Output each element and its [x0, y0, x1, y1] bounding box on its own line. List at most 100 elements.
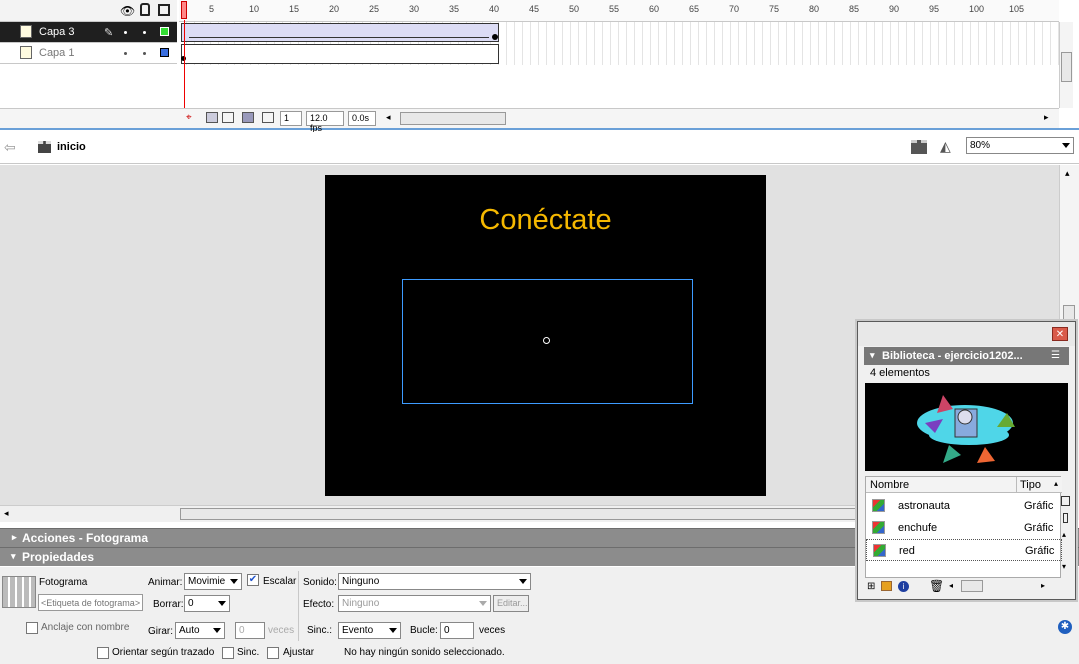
ruler-tick-label: 100: [969, 4, 985, 14]
rotate-times-value: 0: [239, 625, 245, 636]
outline-icon[interactable]: [158, 4, 170, 16]
zoom-select[interactable]: 80%: [966, 137, 1074, 154]
ruler-tick-label: 70: [729, 4, 740, 14]
delete-icon[interactable]: 🗑: [929, 579, 944, 593]
time-field[interactable]: 0.0s: [348, 111, 376, 126]
new-folder-icon[interactable]: [881, 581, 892, 591]
orient-label: Orientar según trazado: [112, 647, 215, 658]
item-name: astronauta: [898, 500, 950, 512]
accessibility-icon[interactable]: ✱: [1058, 620, 1072, 634]
ruler-tick-label: 35: [449, 4, 460, 14]
properties-panel-title: Propiedades: [22, 550, 95, 564]
playhead[interactable]: [181, 1, 187, 19]
lock-icon[interactable]: [140, 3, 150, 16]
stage-title-text[interactable]: Conéctate: [325, 204, 766, 237]
narrow-view-icon[interactable]: [1063, 513, 1068, 523]
ruler-tick-label: 10: [249, 4, 260, 14]
snap-label: Ajustar: [283, 647, 315, 658]
library-menu-icon[interactable]: ☰: [1051, 350, 1060, 361]
library-window: ✕ ▾ Biblioteca - ejercicio1202... ☰ 4 el…: [857, 321, 1076, 600]
edit-sound-button[interactable]: Editar...: [493, 595, 529, 612]
scene-icon: [38, 141, 51, 153]
animate-label: Animar:: [148, 577, 183, 588]
edit-scene-icon[interactable]: [911, 140, 927, 154]
snap-checkbox[interactable]: [267, 647, 279, 659]
layer-header: 👁: [0, 0, 177, 22]
layer-color[interactable]: [160, 27, 169, 36]
sort-icon[interactable]: ▴: [1054, 479, 1058, 488]
sync-select[interactable]: Evento: [338, 622, 401, 639]
keyframe-end[interactable]: [492, 34, 498, 40]
layer-color[interactable]: [160, 48, 169, 57]
wide-view-icon[interactable]: [1061, 496, 1070, 506]
actions-panel-title: Acciones - Fotograma: [22, 531, 149, 545]
item-name: red: [899, 545, 915, 557]
layer-icon: [20, 46, 32, 59]
list-item[interactable]: enchufe Gráfic: [866, 517, 1062, 539]
onion-skin-icon[interactable]: [206, 112, 218, 123]
loop-field[interactable]: 0: [440, 622, 474, 639]
library-preview: [865, 383, 1068, 471]
ruler-tick-label: 85: [849, 4, 860, 14]
ease-field[interactable]: 0: [184, 595, 230, 612]
ruler-tick-label: 90: [889, 4, 900, 14]
library-titlebar[interactable]: [858, 322, 1075, 346]
scroll-right-icon[interactable]: ▸: [1044, 112, 1049, 123]
effect-select[interactable]: Ninguno: [338, 595, 491, 612]
list-item[interactable]: astronauta Gráfic: [866, 495, 1062, 517]
scale-checkbox[interactable]: ✔: [247, 574, 259, 586]
timeline-vscroll[interactable]: [1059, 22, 1073, 108]
layer-icon: [20, 25, 32, 38]
animate-value: Movimie: [188, 576, 226, 587]
library-count: 4 elementos: [870, 367, 930, 379]
center-frame-icon[interactable]: ⌖: [186, 112, 192, 123]
fps-field[interactable]: 12.0 fps: [306, 111, 344, 133]
tween-arrow: [189, 37, 489, 38]
timeline-controls: ⌖ 1 12.0 fps 0.0s ◂ ▸: [0, 108, 1059, 133]
tween-span[interactable]: [181, 23, 499, 42]
frame-label-input[interactable]: [38, 594, 143, 611]
library-hscroll-thumb[interactable]: [961, 580, 983, 592]
rotate-select[interactable]: Auto: [175, 622, 225, 639]
current-frame-field[interactable]: 1: [280, 111, 302, 126]
stage-hscroll-thumb[interactable]: [180, 508, 856, 520]
list-item[interactable]: red Gráfic: [866, 539, 1062, 561]
ruler-tick-label: 55: [609, 4, 620, 14]
graphic-symbol-icon: [873, 544, 886, 557]
layer-row-capa3[interactable]: Capa 3 ✎: [0, 22, 177, 43]
item-type: Gráfic: [1024, 522, 1054, 534]
column-name[interactable]: Nombre: [870, 479, 909, 491]
scroll-left-icon[interactable]: ◂: [386, 112, 391, 123]
ruler-tick-label: 105: [1009, 4, 1025, 14]
frame-ruler[interactable]: 5 10 15 20 25 30 35 40 45 50 55 60 65 70 75 80 85 90 95 100…: [179, 0, 1059, 22]
frame-span-capa1[interactable]: [181, 44, 499, 64]
back-arrow-icon[interactable]: ⇦: [4, 139, 16, 156]
ruler-tick-label: 80: [809, 4, 820, 14]
edit-multiple-icon[interactable]: [242, 112, 254, 123]
new-symbol-icon[interactable]: ⊞: [867, 581, 875, 592]
timeline-hscroll-thumb[interactable]: [400, 112, 506, 125]
anchor-checkbox[interactable]: [26, 622, 38, 634]
rotate-times-field[interactable]: 0: [235, 622, 265, 639]
layer-row-capa1[interactable]: Capa 1: [0, 43, 177, 64]
sound-select[interactable]: Ninguno: [338, 573, 531, 590]
orient-checkbox[interactable]: [97, 647, 109, 659]
onion-markers-icon[interactable]: [262, 112, 274, 123]
sync-value: Evento: [342, 625, 374, 636]
column-type[interactable]: Tipo: [1020, 479, 1041, 491]
library-header[interactable]: ▾ Biblioteca - ejercicio1202...: [864, 347, 1069, 365]
edit-symbol-icon[interactable]: ◭: [940, 138, 951, 155]
graphic-symbol-icon: [872, 521, 885, 534]
sound-label: Sonido:: [303, 577, 337, 588]
selected-instance[interactable]: [402, 279, 693, 404]
layer-name: Capa 3: [39, 26, 75, 38]
registration-point-icon: [543, 337, 550, 344]
scene-name[interactable]: inicio: [57, 141, 86, 153]
eye-icon[interactable]: 👁: [120, 4, 135, 18]
animate-select[interactable]: Movimie: [184, 573, 242, 590]
sync-checkbox[interactable]: [222, 647, 234, 659]
ease-label: Borrar:: [153, 599, 184, 610]
close-icon[interactable]: ✕: [1052, 327, 1068, 341]
onion-outline-icon[interactable]: [222, 112, 234, 123]
properties-icon[interactable]: i: [898, 581, 909, 592]
